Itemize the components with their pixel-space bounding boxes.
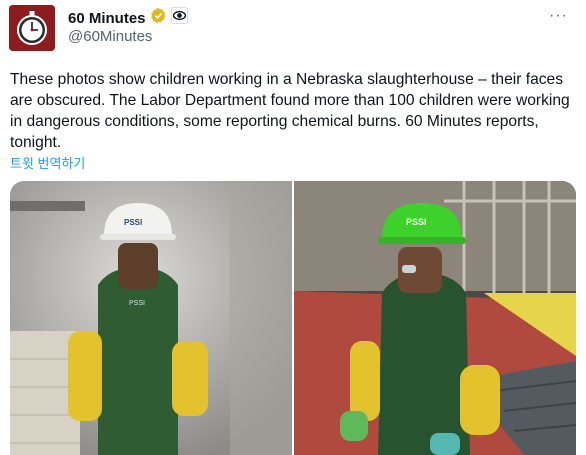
- tweet-text: These photos show children working in a …: [10, 71, 570, 151]
- verified-badge-icon: [150, 7, 167, 29]
- account-avatar[interactable]: [9, 5, 55, 51]
- display-name[interactable]: 60 Minutes: [68, 10, 146, 27]
- left-helmet-text: PSSI: [124, 218, 142, 227]
- photo-child-white-helmet[interactable]: PSSI PSSI: [10, 181, 292, 455]
- photo-child-green-helmet[interactable]: PSSI: [294, 181, 576, 455]
- more-options-button[interactable]: ···: [549, 7, 568, 25]
- stopwatch-logo-icon: [9, 5, 55, 51]
- cbs-eye-icon: [170, 7, 188, 29]
- right-helmet-text: PSSI: [406, 217, 427, 227]
- translate-tweet-link[interactable]: 트윗 번역하기: [10, 153, 85, 172]
- tweet-media-grid: PSSI PSSI PSSI: [10, 181, 576, 455]
- svg-text:PSSI: PSSI: [129, 300, 145, 307]
- account-handle[interactable]: @60Minutes: [68, 28, 152, 45]
- account-name-row: 60 Minutes: [68, 7, 188, 29]
